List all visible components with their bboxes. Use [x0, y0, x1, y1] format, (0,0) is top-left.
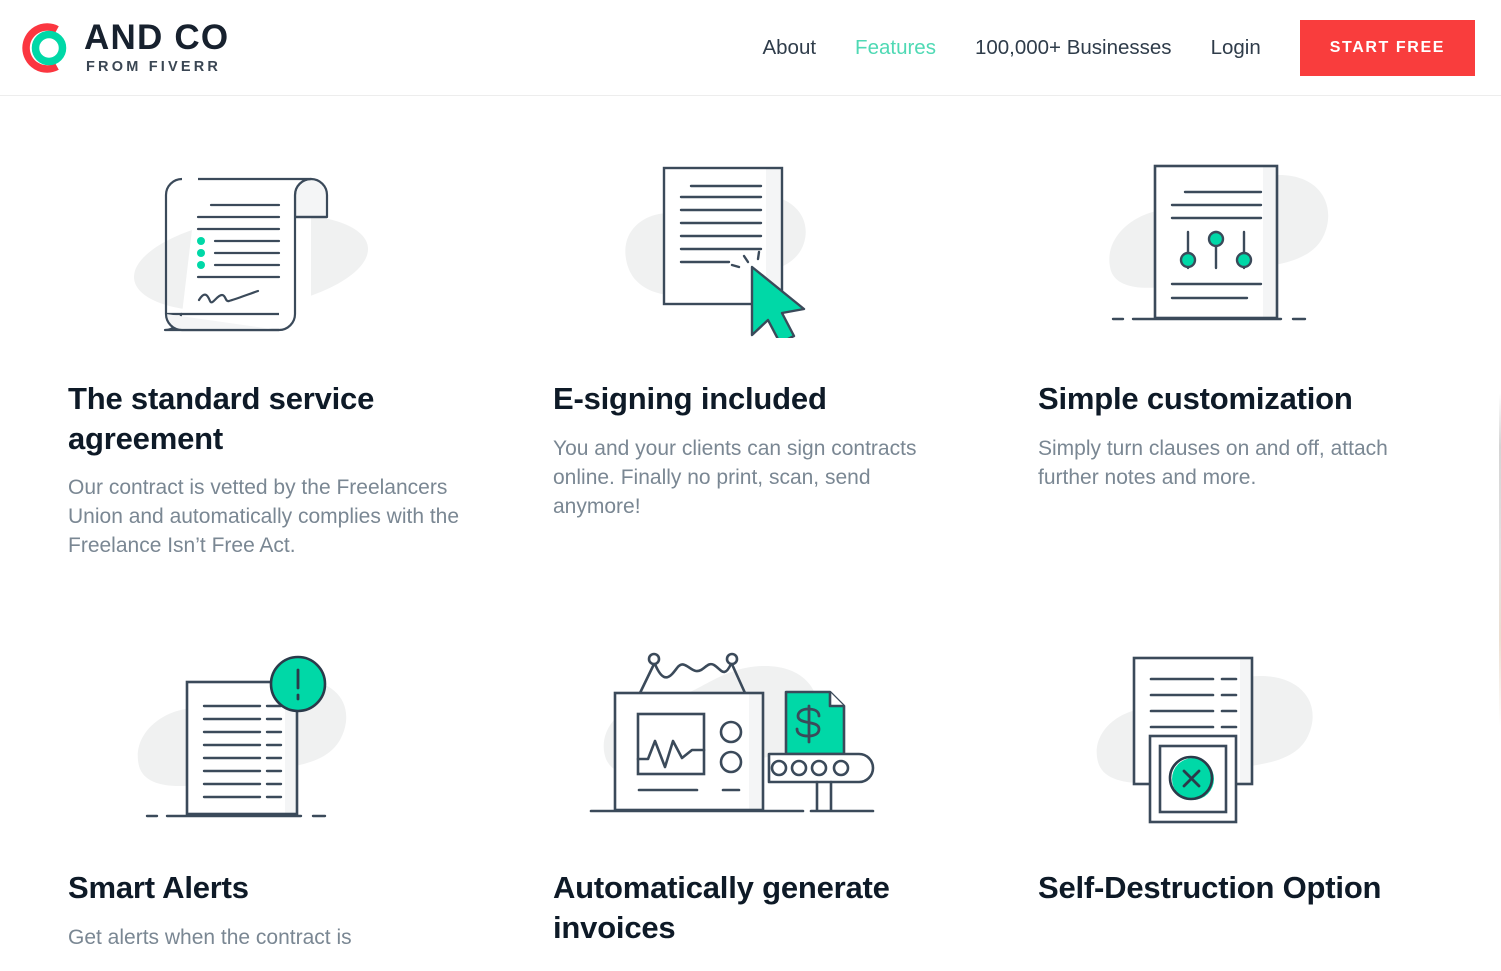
feature-description: Get alerts when the contract is	[68, 925, 352, 949]
feature-description: Simply turn clauses on and off, attach f…	[1038, 436, 1388, 489]
feature-description: You and your clients can sign contracts …	[553, 436, 917, 518]
nav-item-about[interactable]: About	[762, 36, 816, 60]
document-cursor-click-icon	[553, 128, 913, 363]
main-navigation: About Features 100,000+ Businesses Login…	[762, 0, 1501, 96]
feature-title: Simple customization	[1038, 381, 1353, 416]
feature-card-standard-service-agreement: The standard service agreement Our contr…	[0, 128, 485, 561]
logo-text: AND CO FROM FIVERR	[84, 20, 229, 75]
feature-card-e-signing-included: E-signing included You and your clients …	[485, 128, 970, 561]
invoice-machine-conveyor-icon	[553, 619, 913, 854]
andco-logo-icon	[16, 19, 78, 77]
features-section: The standard service agreement Our contr…	[0, 128, 1501, 964]
document-sliders-icon	[1038, 128, 1398, 363]
start-free-button[interactable]: START FREE	[1299, 19, 1475, 76]
document-self-destruct-icon	[1038, 619, 1398, 854]
logo[interactable]: AND CO FROM FIVERR	[16, 16, 229, 80]
nav-item-login[interactable]: Login	[1211, 36, 1261, 60]
feature-title: The standard service agreement	[68, 381, 375, 456]
site-header: AND CO FROM FIVERR About Features 100,00…	[0, 0, 1501, 96]
feature-title: Automatically generate invoices	[553, 870, 890, 945]
nav-item-businesses[interactable]: 100,000+ Businesses	[975, 36, 1172, 60]
feature-card-self-destruction-option: Self-Destruction Option	[970, 619, 1455, 963]
feature-card-generate-invoices: Automatically generate invoices	[485, 619, 970, 963]
feature-card-simple-customization: Simple customization Simply turn clauses…	[970, 128, 1455, 561]
features-row-1: The standard service agreement Our contr…	[0, 128, 1501, 561]
features-row-2: Smart Alerts Get alerts when the contrac…	[0, 619, 1501, 963]
feature-card-smart-alerts: Smart Alerts Get alerts when the contrac…	[0, 619, 485, 963]
feature-title: E-signing included	[553, 381, 827, 416]
logo-title: AND CO	[84, 18, 230, 58]
feature-title: Smart Alerts	[68, 870, 249, 906]
feature-description: Our contract is vetted by the Freelancer…	[68, 476, 460, 558]
nav-item-features[interactable]: Features	[855, 36, 936, 60]
document-alert-badge-icon	[68, 619, 428, 854]
feature-title: Self-Destruction Option	[1038, 870, 1382, 906]
logo-subtitle: FROM FIVERR	[86, 59, 222, 76]
contract-scroll-icon	[68, 128, 428, 363]
